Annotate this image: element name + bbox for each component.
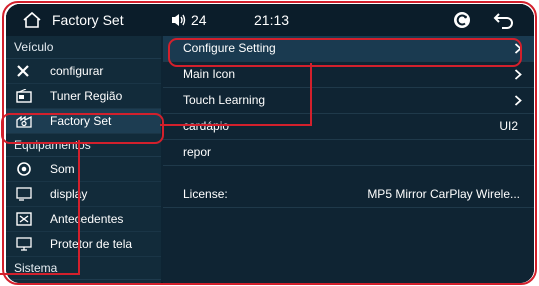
annotation-factory-set (1, 113, 164, 144)
annotation-connector (160, 124, 312, 126)
annotation-configure-setting (168, 38, 522, 67)
annotation-connector (78, 140, 80, 275)
annotation-connector (310, 63, 312, 126)
annotation-connector (0, 273, 80, 275)
